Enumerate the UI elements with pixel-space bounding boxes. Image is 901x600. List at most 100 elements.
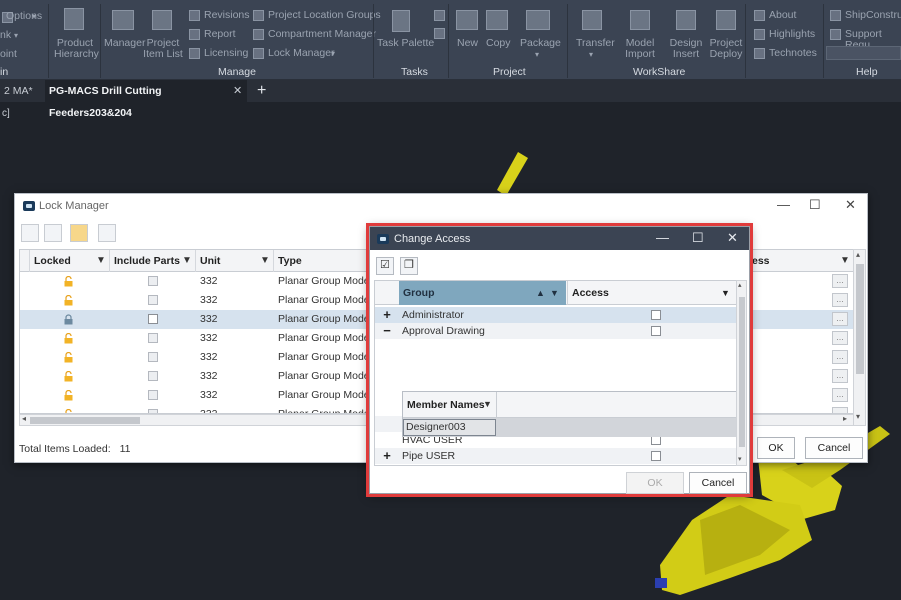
filter-icon[interactable]: ▼ [96,250,106,272]
check-all-icon[interactable]: ☑ [376,257,394,275]
column-header-locked[interactable]: Locked ▼ [30,250,110,272]
access-checkbox[interactable] [651,326,661,336]
lock-open-icon[interactable] [64,351,73,363]
access-browse-button[interactable]: ... [832,331,848,345]
filter-icon[interactable]: ▼ [182,250,192,272]
lock-open-icon[interactable] [64,275,73,287]
sort-ascending-icon[interactable]: ▲ [536,281,545,305]
include-parts-checkbox[interactable] [148,352,158,362]
include-parts-checkbox[interactable] [148,295,158,305]
vertical-scrollbar[interactable]: ▴ ▾ [853,249,866,426]
lock-open-icon[interactable] [64,332,73,344]
access-browse-button[interactable]: ... [832,369,848,383]
close-icon[interactable]: ✕ [727,230,738,246]
include-parts-checkbox[interactable] [148,390,158,400]
copy-access-icon[interactable]: ❐ [400,257,418,275]
scroll-right-icon[interactable]: ▸ [843,414,847,423]
column-include-parts-label: Include Parts [114,255,180,267]
lock-manager-titlebar[interactable]: Lock Manager — ☐ ✕ [15,194,867,218]
unit-cell: 332 [200,332,218,344]
lock-manager-title: Lock Manager [39,200,109,212]
total-items-value: 11 [119,443,131,455]
lock-manager-ok-button[interactable]: OK [757,437,795,459]
type-cell: Planar Group Model D [278,370,370,382]
access-column-header[interactable]: Access ▼ [567,281,737,305]
scroll-thumb[interactable] [856,264,864,374]
column-header-unit[interactable]: Unit ▼ [196,250,274,272]
unit-cell: 332 [200,275,218,287]
lock-closed-icon[interactable] [64,314,73,325]
include-parts-checkbox[interactable] [148,333,158,343]
change-access-titlebar[interactable]: Change Access — ☐ ✕ [370,227,749,250]
group-row[interactable]: + Pipe USER [375,448,737,464]
access-browse-button[interactable]: ... [832,312,848,326]
collapse-icon[interactable]: − [381,324,393,337]
filter-icon[interactable]: ▼ [260,250,270,272]
group-row[interactable]: − Approval Drawing [375,323,737,339]
member-names-subgrid: Member Names ▼ Designer003 [402,391,737,437]
include-parts-checkbox[interactable] [148,314,158,324]
type-cell: Planar Group Model D [278,408,370,414]
column-header-left [20,250,30,272]
copy-icon: ❐ [404,259,414,271]
minimize-icon[interactable]: — [656,230,669,245]
scroll-down-icon[interactable]: ▾ [856,412,860,421]
app-icon [377,234,389,244]
include-parts-checkbox[interactable] [148,276,158,286]
checkmark-icon: ☑ [380,259,390,271]
change-access-dialog: Change Access — ☐ ✕ ☑ ❐ Group ▲ ▼ Access… [366,223,753,497]
close-icon[interactable]: ✕ [845,197,856,213]
lock-item-icon[interactable] [21,224,39,242]
unit-cell: 332 [200,313,218,325]
include-parts-checkbox[interactable] [148,371,158,381]
lock-open-icon[interactable] [64,370,73,382]
lock-open-icon[interactable] [64,389,73,401]
scroll-left-icon[interactable]: ◂ [22,414,26,423]
vertical-scrollbar[interactable]: ▴ ▾ [736,280,747,466]
access-browse-button[interactable]: ... [832,350,848,364]
type-cell: Planar Group Model D [278,275,370,287]
lock-open-icon[interactable] [64,294,73,306]
total-items-status: Total Items Loaded: 11 [19,443,130,455]
access-browse-button[interactable]: ... [832,407,848,413]
type-cell: Planar Group Model D [278,389,370,401]
scroll-down-icon[interactable]: ▾ [738,455,742,463]
column-unit-label: Unit [200,255,221,267]
users-icon[interactable] [98,224,116,242]
group-row[interactable]: + Administrator [375,307,737,323]
expand-icon[interactable]: + [381,308,393,321]
column-header-type[interactable]: Type [274,250,374,272]
group-column-label: Group [403,287,435,299]
group-column-header[interactable]: Group ▲ ▼ [399,281,566,305]
scroll-thumb[interactable] [739,297,745,447]
column-type-label: Type [278,255,302,267]
member-names-label[interactable]: Member Names [407,392,485,418]
filter-icon[interactable]: ▼ [721,281,730,305]
folder-lock-icon[interactable] [70,224,88,242]
member-row[interactable]: Designer003 [403,418,737,437]
member-name-cell[interactable]: Designer003 [403,419,496,436]
filter-icon[interactable]: ▼ [550,281,559,305]
column-header-include-parts[interactable]: Include Parts ▼ [110,250,196,272]
scroll-thumb[interactable] [30,417,140,424]
maximize-icon[interactable]: ☐ [692,230,704,246]
access-checkbox[interactable] [651,451,661,461]
scroll-up-icon[interactable]: ▴ [856,250,860,259]
unlock-item-icon[interactable] [44,224,62,242]
group-name: Administrator [402,309,464,321]
change-access-cancel-button[interactable]: Cancel [689,472,747,494]
expand-icon[interactable]: + [381,449,393,462]
column-header-access[interactable]: ess ▼ [747,250,853,272]
access-browse-button[interactable]: ... [832,388,848,402]
filter-icon[interactable]: ▼ [840,250,850,272]
minimize-icon[interactable]: — [777,197,790,212]
lock-manager-cancel-button[interactable]: Cancel [805,437,863,459]
filter-icon[interactable]: ▼ [483,399,492,409]
group-row[interactable]: pipe_ref [375,464,737,465]
access-checkbox[interactable] [651,310,661,320]
scroll-up-icon[interactable]: ▴ [738,281,742,289]
change-access-ok-button[interactable]: OK [626,472,684,494]
access-browse-button[interactable]: ... [832,274,848,288]
maximize-icon[interactable]: ☐ [809,197,821,213]
access-browse-button[interactable]: ... [832,293,848,307]
